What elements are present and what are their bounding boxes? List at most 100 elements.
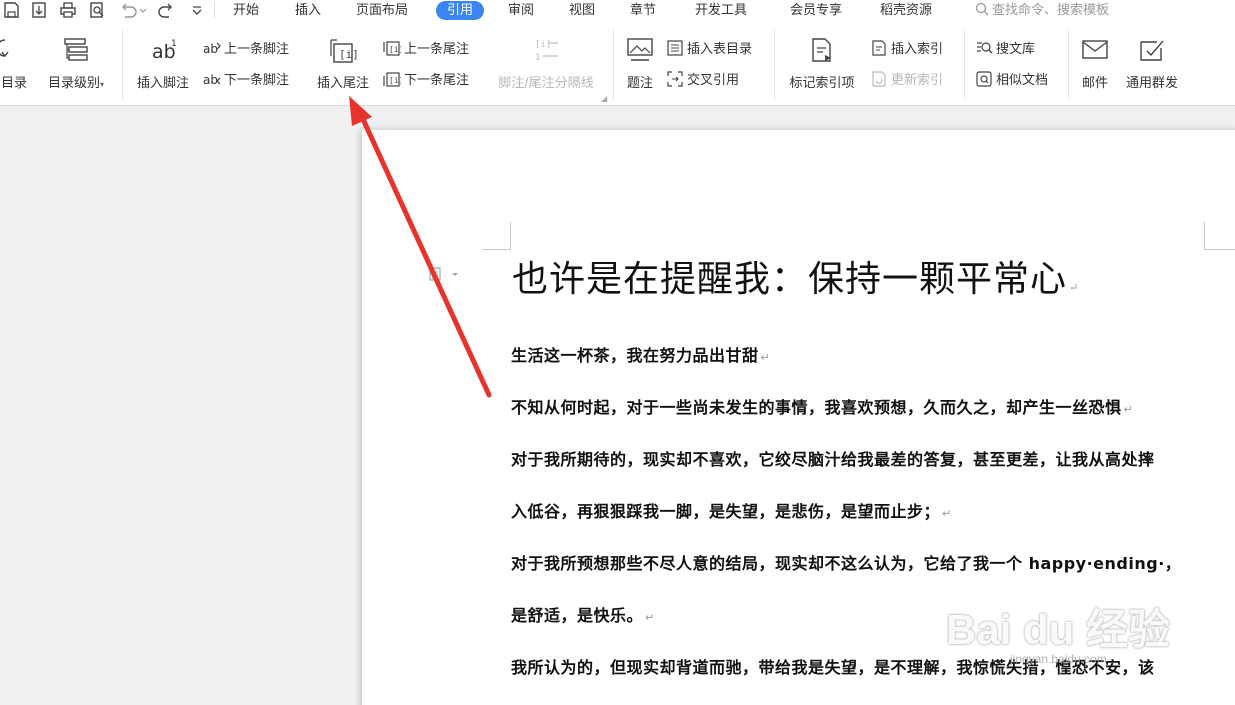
paragraph[interactable]: 入低谷，再狠狠踩我一脚，是失望，是悲伤，是望而止步； ↵ [511,498,952,522]
document-title[interactable]: 也许是在提醒我：保持一颗平常心 ↵ [512,250,1079,302]
tab-docer-resources[interactable]: 稻壳资源 [880,1,932,20]
prev-endnote-button[interactable]: [i]上一条尾注 [383,39,469,59]
references-ribbon: 目录 目录级别▾ ab 1 插入脚注 ab 上一条脚注 ab 下一条脚注 [i] 插入… [0,22,1235,106]
mass-send-button[interactable]: 通用群发 [1118,22,1186,106]
paragraph-layout-icon[interactable] [428,266,462,282]
crop-mark-left [482,222,511,250]
mail-label: 邮件 [1081,76,1108,91]
paragraph-mark: ↵ [760,351,771,364]
insert-endnote-label: 插入尾注 [316,76,369,91]
cross-reference-label: 交叉引用 [687,73,740,88]
divider [1068,30,1069,100]
paragraph-text: 对于我所预想那些不尽人意的结局，现实却不这么认为，它给了我一个 happy·en… [511,554,1182,573]
dialog-launcher-icon[interactable]: ◢ [601,94,607,103]
search-library-button[interactable]: 搜文库 [975,39,1035,59]
prev-footnote-icon: ab [203,42,221,56]
paragraph-text: 入低谷，再狠狠踩我一脚，是失望，是悲伤，是望而止步； [511,502,941,521]
svg-text:[i]: [i] [389,45,401,54]
paragraph-mark: ↵ [1069,281,1080,294]
baidu-jingyan-watermark: Bai du 经验 [946,606,1171,653]
note-separator-button[interactable]: [i] 1 脚注/尾注分隔线 [488,22,604,106]
divider [613,30,614,100]
paragraph-mark: ↵ [1123,403,1134,416]
next-endnote-icon: [i] [383,72,403,87]
tab-chapter[interactable]: 章节 [630,1,656,20]
mass-send-icon [1137,36,1167,64]
baidu-jingyan-watermark-url: jingyan.baidu.com [1010,652,1107,666]
save-icon[interactable] [2,1,20,19]
caption-button[interactable]: 题注 [620,22,660,106]
tab-view[interactable]: 视图 [569,1,595,20]
insert-index-button[interactable]: 插入索引 [870,39,943,59]
tab-developer[interactable]: 开发工具 [695,1,747,20]
customize-quick-access-icon[interactable] [188,1,206,19]
update-index-icon [872,71,886,87]
svg-text:ab: ab [203,73,218,87]
note-separator-label: 脚注/尾注分隔线 [498,76,594,91]
mail-button[interactable]: 邮件 [1075,22,1115,106]
divider [964,30,965,100]
svg-text:1: 1 [535,53,540,63]
insert-index-icon [872,40,886,56]
svg-text:[i]: [i] [535,40,551,50]
toc-level-button[interactable]: 目录级别▾ [40,22,112,106]
print-preview-icon[interactable] [88,1,106,19]
insert-footnote-label: 插入脚注 [136,76,189,91]
redo-icon[interactable] [158,1,176,19]
toc-label: 目录 [0,76,27,91]
paragraph[interactable]: 对于我所预想那些不尽人意的结局，现实却不这么认为，它给了我一个 happy·en… [511,550,1181,574]
prev-footnote-label: 上一条脚注 [224,42,290,57]
toc-level-label: 目录级别 [47,76,100,91]
insert-endnote-button[interactable]: [i] 插入尾注 [310,22,376,106]
tab-insert[interactable]: 插入 [295,1,321,20]
tab-member[interactable]: 会员专享 [790,1,842,20]
divider [214,2,215,18]
footnote-icon: ab 1 [148,36,178,64]
similar-docs-label: 相似文档 [996,73,1049,88]
paragraph-mark: ↵ [942,507,952,520]
paragraph[interactable]: 生活这一杯茶，我在努力品出甘甜 ↵ [511,342,770,366]
dropdown-arrow-icon: ▾ [100,80,105,89]
search-library-icon [977,42,993,54]
table-of-figures-icon [667,40,683,56]
similar-docs-button[interactable]: 相似文档 [975,70,1048,90]
tab-home[interactable]: 开始 [233,1,259,20]
command-search[interactable]: 查找命令、搜索模板 [975,1,1109,20]
next-endnote-label: 下一条尾注 [404,73,470,88]
print-icon[interactable] [59,1,77,19]
paragraph[interactable]: 不知从何时起，对于一些尚未发生的事情，我喜欢预想，久而久之，却产生一丝恐惧 ↵ [511,394,1133,418]
mark-index-entry-label: 标记索引项 [789,76,855,91]
tab-page-layout[interactable]: 页面布局 [356,1,408,20]
paragraph[interactable]: 对于我所期待的，现实却不喜欢，它绞尽脑汁给我最差的答复，甚至更差，让我从高处摔 [511,446,1155,470]
update-index-button[interactable]: 更新索引 [870,70,943,90]
prev-endnote-icon: [i] [383,41,403,56]
cross-reference-icon [667,71,683,87]
insert-table-of-figures-button[interactable]: 插入表目录 [666,39,752,59]
undo-icon[interactable] [118,1,148,19]
cross-reference-button[interactable]: 交叉引用 [666,70,739,90]
mail-icon [1080,36,1110,64]
svg-text:[i]: [i] [389,76,401,85]
prev-footnote-button[interactable]: ab 上一条脚注 [203,39,289,59]
toc-button[interactable]: 目录 [0,22,34,106]
export-icon[interactable] [30,1,48,19]
tab-references[interactable]: 引用 [436,1,485,20]
mass-send-label: 通用群发 [1125,76,1178,91]
endnote-icon: [i] [328,36,359,64]
caption-icon [625,36,655,64]
paragraph-mark: ↵ [645,611,655,624]
paragraph-text: 不知从何时起，对于一些尚未发生的事情，我喜欢预想，久而久之，却产生一丝恐惧 [511,398,1122,417]
mark-index-entry-icon [807,36,837,64]
search-icon [975,2,989,16]
next-endnote-button[interactable]: [i]下一条尾注 [383,70,469,90]
next-footnote-button[interactable]: ab 下一条脚注 [203,70,289,90]
mark-index-entry-button[interactable]: 标记索引项 [782,22,862,106]
toc-level-icon [61,36,91,64]
insert-footnote-button[interactable]: ab 1 插入脚注 [130,22,196,106]
document-title-text: 也许是在提醒我：保持一颗平常心 [512,259,1068,300]
paragraph-text: 对于我所期待的，现实却不喜欢，它绞尽脑汁给我最差的答复，甚至更差，让我从高处摔 [511,450,1155,469]
paragraph-text: 是舒适，是快乐。 [511,606,644,625]
toc-icon [0,36,29,64]
paragraph[interactable]: 是舒适，是快乐。 ↵ [511,602,655,626]
tab-review[interactable]: 审阅 [508,1,534,20]
